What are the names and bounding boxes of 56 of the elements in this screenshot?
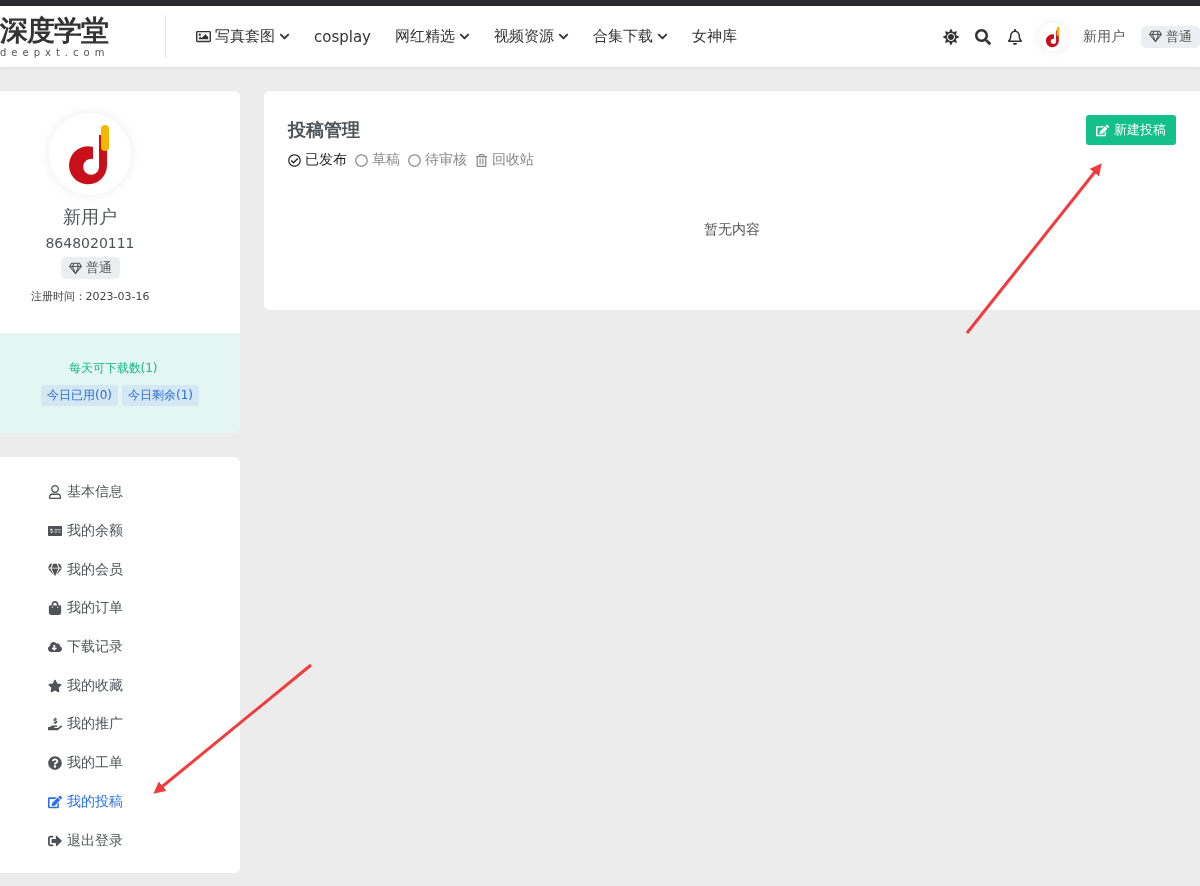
menu-item[interactable]: 退出登录 bbox=[48, 821, 240, 860]
gem-icon bbox=[1149, 30, 1162, 43]
star-icon bbox=[48, 678, 62, 693]
nav-link[interactable]: 写真套图 bbox=[196, 27, 290, 46]
menu-item[interactable]: 我的投稿 bbox=[48, 782, 240, 822]
menu-item[interactable]: 我的推广 bbox=[48, 705, 240, 744]
cloud-download-icon bbox=[48, 640, 62, 655]
quota-tag: 今日剩余(1) bbox=[122, 385, 199, 406]
menu-item[interactable]: 我的订单 bbox=[48, 589, 240, 628]
logout-icon bbox=[48, 833, 62, 848]
menu-item[interactable]: 基本信息 bbox=[48, 473, 240, 512]
profile-name: 新用户 bbox=[63, 205, 117, 229]
user-icon bbox=[48, 485, 62, 500]
status-tab[interactable]: 已发布 bbox=[288, 151, 347, 169]
caret-icon bbox=[558, 31, 569, 42]
caret-icon bbox=[279, 31, 290, 42]
bell-icon[interactable] bbox=[1007, 28, 1023, 45]
status-tab[interactable]: 草稿 bbox=[355, 151, 400, 169]
menu-item[interactable]: 我的工单 bbox=[48, 743, 240, 783]
user-name[interactable]: 新用户 bbox=[1083, 27, 1125, 46]
image-icon bbox=[196, 29, 211, 44]
nav-link[interactable]: 合集下载 bbox=[593, 27, 668, 46]
status-tab[interactable]: 待审核 bbox=[408, 151, 467, 169]
menu-item[interactable]: 我的余额 bbox=[48, 511, 240, 551]
logo-subtitle: deepxt.com bbox=[0, 47, 111, 58]
empty-message: 暂无内容 bbox=[704, 221, 760, 239]
level-badge: 普通 bbox=[1141, 25, 1200, 48]
logo-title[interactable]: 深度学堂 bbox=[0, 15, 165, 47]
nav-link[interactable]: 视频资源 bbox=[494, 27, 569, 46]
nav-link[interactable]: 女神库 bbox=[692, 27, 737, 46]
gem-icon bbox=[68, 261, 82, 275]
theme-icon[interactable] bbox=[943, 28, 959, 45]
hand-coin-icon bbox=[48, 717, 62, 732]
wallet-icon bbox=[48, 524, 62, 539]
menu-item[interactable]: 下载记录 bbox=[48, 627, 240, 667]
nav-link[interactable]: 网红精选 bbox=[395, 27, 470, 46]
level-badge: 普通 bbox=[60, 257, 120, 279]
gem-icon bbox=[48, 562, 62, 577]
avatar-icon bbox=[1039, 22, 1067, 51]
trash-icon bbox=[475, 153, 488, 167]
bag-icon bbox=[48, 601, 62, 616]
profile-id: 8648020111 bbox=[45, 235, 135, 251]
nav-link[interactable]: cosplay bbox=[314, 27, 371, 46]
search-icon[interactable] bbox=[975, 28, 991, 45]
register-date: 注册时间：2023-03-16 bbox=[30, 289, 150, 304]
quota-tag: 今日已用(0) bbox=[41, 385, 118, 406]
edit-icon bbox=[48, 794, 62, 809]
question-icon bbox=[48, 756, 62, 771]
menu-item[interactable]: 我的会员 bbox=[48, 550, 240, 590]
status-tab[interactable]: 回收站 bbox=[475, 151, 534, 169]
quota-title: 每天可下载数(1) bbox=[67, 360, 158, 377]
page-title: 投稿管理 bbox=[288, 118, 360, 142]
edit-icon bbox=[1096, 123, 1109, 137]
caret-icon bbox=[657, 31, 668, 42]
caret-icon bbox=[459, 31, 470, 42]
menu-item[interactable]: 我的收藏 bbox=[48, 666, 240, 706]
